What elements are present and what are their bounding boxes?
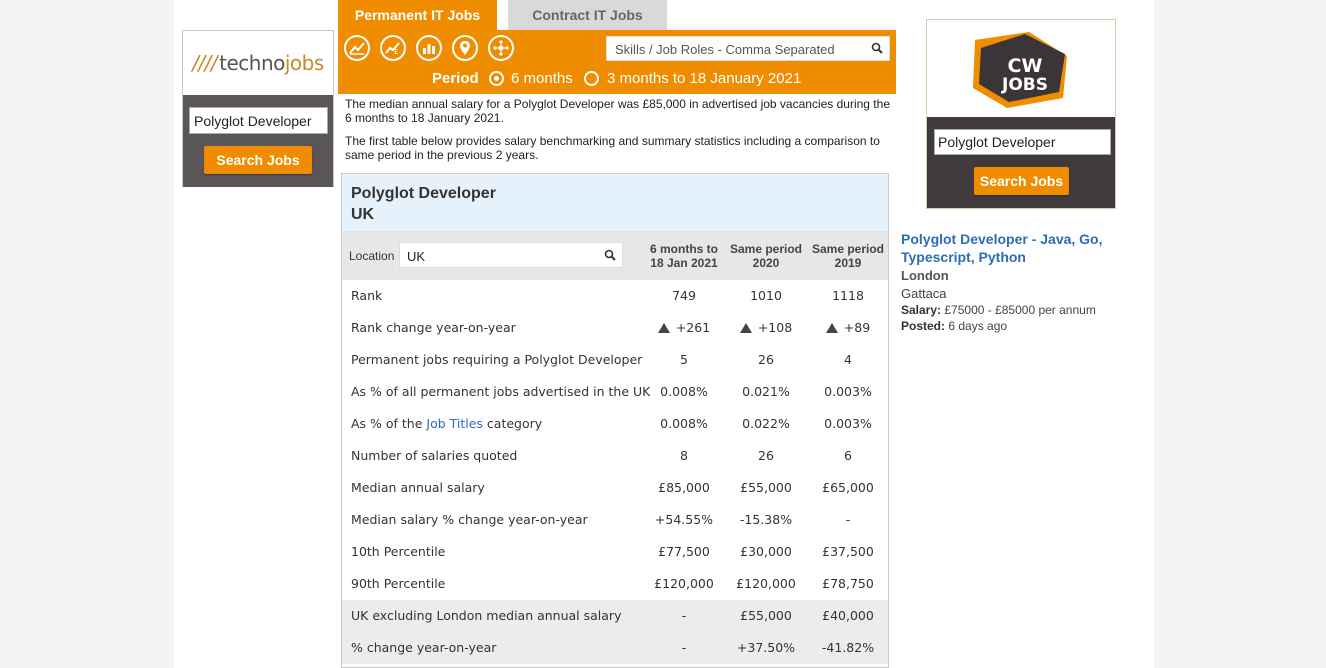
- cwjobs-search-input[interactable]: [934, 129, 1111, 155]
- period-radio-6-months[interactable]: [489, 71, 504, 86]
- intro-paragraph-2: The first table below provides salary be…: [345, 134, 880, 162]
- cwjobs-logo[interactable]: CW JOBS: [967, 28, 1077, 110]
- table-row-uk-excl-london: UK excluding London median annual salary…: [342, 600, 888, 632]
- svg-text:CW: CW: [1008, 55, 1043, 77]
- location-pin-icon[interactable]: [452, 35, 478, 61]
- svg-text:JOBS: JOBS: [1001, 75, 1048, 95]
- bar-chart-icon[interactable]: [416, 35, 442, 61]
- trend-chart-icon[interactable]: [344, 35, 370, 61]
- table-row-10th-percentile: 10th Percentile £77,500 £30,000 £37,500: [351, 544, 874, 559]
- job-location: London: [901, 268, 949, 283]
- table-row-rank-change: Rank change year-on-year +261 +108 +89: [351, 320, 871, 335]
- job-titles-link[interactable]: Job Titles: [426, 416, 483, 431]
- up-arrow-icon: [739, 323, 752, 333]
- salary-stats-table: Polyglot Developer UK Location UK 6 mont…: [341, 173, 889, 668]
- job-listing: Polyglot Developer - Java, Go, Typescrip…: [901, 230, 1131, 333]
- technojobs-ad: ////technojobs Search Jobs: [182, 30, 334, 187]
- stats-header: Polyglot Developer UK: [342, 174, 888, 232]
- orange-toolbar: £ Skills / Job Roles - Comma Separated P…: [338, 30, 896, 94]
- location-label: Location: [349, 249, 395, 263]
- table-row-permanent-jobs: Permanent jobs requiring a Polyglot Deve…: [351, 352, 852, 367]
- cwjobs-search-area: Search Jobs: [927, 117, 1115, 208]
- table-row-percent-category: As % of the Job Titles category 0.008% 0…: [351, 416, 872, 431]
- column-header-6-months: 6 months to 18 Jan 2021: [650, 242, 718, 270]
- network-icon[interactable]: [488, 35, 514, 61]
- period-option-6-months[interactable]: 6 months: [511, 70, 573, 87]
- cwjobs-ad: CW JOBS Search Jobs: [926, 19, 1116, 209]
- skills-search-input[interactable]: Skills / Job Roles - Comma Separated: [606, 36, 890, 61]
- up-arrow-icon: [657, 323, 670, 333]
- column-header-2019: Same period 2019: [811, 242, 885, 270]
- location-search-icon[interactable]: [604, 249, 616, 264]
- job-company: Gattaca: [901, 286, 947, 301]
- location-input[interactable]: UK: [399, 242, 623, 268]
- svg-text:£: £: [394, 48, 398, 55]
- period-label: Period: [432, 70, 479, 87]
- technojobs-search-area: Search Jobs: [183, 95, 333, 187]
- period-option-3-months[interactable]: 3 months to 18 January 2021: [607, 70, 801, 87]
- tab-permanent-it-jobs[interactable]: Permanent IT Jobs: [338, 0, 497, 30]
- stats-subtitle: UK: [351, 206, 375, 223]
- technojobs-search-input[interactable]: [189, 107, 328, 134]
- period-radio-3-months[interactable]: [584, 71, 599, 86]
- technojobs-search-button[interactable]: Search Jobs: [204, 146, 312, 174]
- technojobs-logo[interactable]: ////techno jobs: [183, 31, 333, 95]
- table-row-rank: Rank 749 1010 1118: [351, 288, 864, 303]
- up-arrow-icon: [825, 323, 838, 333]
- period-selector: Period 6 months 3 months to 18 January 2…: [338, 70, 896, 90]
- table-row-median-salary: Median annual salary £85,000 £55,000 £65…: [351, 480, 874, 495]
- job-title-link[interactable]: Polyglot Developer - Java, Go, Typescrip…: [901, 230, 1131, 266]
- table-column-header: Location UK 6 months to 18 Jan 2021 Same…: [342, 232, 888, 280]
- table-row-90th-percentile: 90th Percentile £120,000 £120,000 £78,75…: [351, 576, 874, 591]
- table-row-yoy-change: % change year-on-year - +37.50% -41.82%: [342, 632, 888, 664]
- search-icon[interactable]: [871, 42, 883, 57]
- intro-paragraph-1: The median annual salary for a Polyglot …: [345, 97, 890, 125]
- stats-title: Polyglot Developer: [351, 185, 496, 202]
- cwjobs-search-button[interactable]: Search Jobs: [974, 167, 1069, 195]
- tab-contract-it-jobs[interactable]: Contract IT Jobs: [508, 0, 667, 30]
- table-row-median-change: Median salary % change year-on-year +54.…: [351, 512, 851, 527]
- table-row-salaries-quoted: Number of salaries quoted 8 26 6: [351, 448, 852, 463]
- salary-trend-icon[interactable]: £: [380, 35, 406, 61]
- job-posted: Posted: 6 days ago: [901, 319, 1008, 333]
- column-header-2020: Same period 2020: [729, 242, 803, 270]
- job-salary: Salary: £75000 - £85000 per annum: [901, 303, 1096, 317]
- table-row-percent-all-jobs: As % of all permanent jobs advertised in…: [351, 384, 872, 399]
